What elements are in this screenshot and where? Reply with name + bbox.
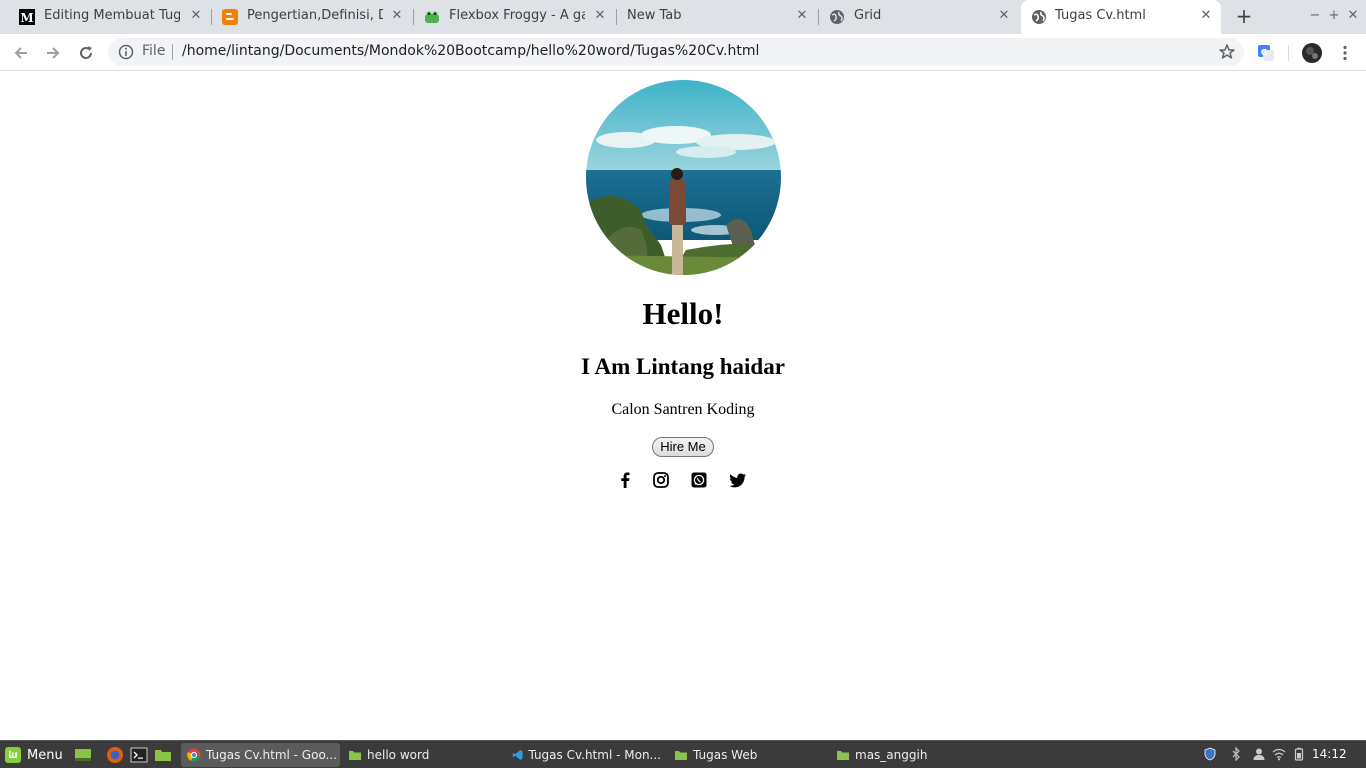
bluetooth-icon[interactable] xyxy=(1229,747,1243,761)
battery-icon[interactable] xyxy=(1292,747,1306,761)
bookmark-star-icon[interactable] xyxy=(1218,43,1236,61)
close-tab-icon[interactable]: ✕ xyxy=(592,8,608,24)
start-menu-button[interactable]: Menu xyxy=(4,745,63,765)
task-label: mas_anggih xyxy=(855,748,928,762)
firefox-icon[interactable] xyxy=(106,746,124,764)
tab-title: New Tab xyxy=(627,8,682,23)
vscode-icon xyxy=(512,750,523,760)
reload-icon xyxy=(80,46,92,59)
user-icon[interactable] xyxy=(1252,747,1266,761)
task-label: Tugas Cv.html - Mon... xyxy=(528,748,661,762)
svg-text:G: G xyxy=(1261,48,1268,57)
kebab-menu-icon xyxy=(1343,45,1347,61)
globe-icon xyxy=(830,10,844,24)
medium-icon: M xyxy=(19,9,35,25)
menu-label: Menu xyxy=(27,747,63,763)
task-label: Tugas Cv.html - Goo... xyxy=(206,748,338,762)
profile-avatar-icon xyxy=(1302,43,1322,63)
tab-new-tab[interactable]: New Tab ✕ xyxy=(616,0,819,34)
close-tab-icon[interactable]: ✕ xyxy=(794,8,810,24)
hire-me-button[interactable]: Hire Me xyxy=(652,437,714,457)
whatsapp-icon[interactable] xyxy=(690,471,708,489)
url-text[interactable]: /home/lintang/Documents/Mondok%20Bootcam… xyxy=(182,43,759,59)
tab-title: Flexbox Froggy - A game xyxy=(449,8,585,23)
task-vscode-window[interactable]: Tugas Cv.html - Mon... xyxy=(506,743,661,767)
task-hello-word-folder[interactable]: hello word xyxy=(342,743,502,767)
svg-text:M: M xyxy=(20,11,33,25)
back-arrow-icon xyxy=(14,47,27,59)
close-tab-icon[interactable]: ✕ xyxy=(996,8,1012,24)
task-label: hello word xyxy=(367,748,430,762)
tagline-text: Calon Santren Koding xyxy=(611,401,755,418)
browser-toolbar: File /home/lintang/Documents/Mondok%20Bo… xyxy=(0,34,1366,71)
task-label: Tugas Web xyxy=(693,748,758,762)
back-button[interactable] xyxy=(9,41,33,65)
folder-icon xyxy=(837,751,849,760)
page-content: Hello! I Am Lintang haidar Calon Santren… xyxy=(0,72,1366,740)
folder-icon xyxy=(675,751,687,760)
forward-button[interactable] xyxy=(41,41,65,65)
tab-flexbox-froggy[interactable]: Flexbox Froggy - A game ✕ xyxy=(413,0,616,34)
chrome-menu-button[interactable] xyxy=(1333,41,1357,65)
instagram-icon[interactable] xyxy=(652,471,670,489)
profile-button[interactable] xyxy=(1300,41,1324,65)
tab-blogger[interactable]: Pengertian,Definisi, Dan ✕ xyxy=(211,0,414,34)
folder-icon xyxy=(349,751,361,760)
tab-title: Tugas Cv.html xyxy=(1055,8,1146,23)
task-chrome-window[interactable]: Tugas Cv.html - Goo... xyxy=(181,743,340,767)
shield-icon[interactable] xyxy=(1203,747,1217,761)
minimize-icon[interactable]: − xyxy=(1308,9,1322,23)
info-icon[interactable] xyxy=(118,44,134,60)
close-tab-icon[interactable]: ✕ xyxy=(389,8,405,24)
name-heading: I Am Lintang haidar xyxy=(581,354,785,379)
tab-tugas-cv[interactable]: Tugas Cv.html ✕ xyxy=(1021,0,1221,34)
tab-medium[interactable]: M Editing Membuat Tugas C ✕ xyxy=(8,0,211,34)
wifi-icon[interactable] xyxy=(1272,747,1286,761)
linux-mint-icon xyxy=(5,747,21,763)
tab-title: Grid xyxy=(854,8,882,23)
new-tab-button[interactable]: + xyxy=(1233,6,1255,28)
forward-arrow-icon xyxy=(47,47,60,59)
task-mas-anggih-folder[interactable]: mas_anggih xyxy=(830,743,990,767)
blogger-icon xyxy=(222,9,238,25)
froggy-icon xyxy=(425,11,439,23)
tab-title: Pengertian,Definisi, Dan xyxy=(247,8,383,23)
folder-icon[interactable] xyxy=(154,746,172,764)
omnibox-divider xyxy=(172,44,173,60)
greeting-heading: Hello! xyxy=(642,296,724,331)
tab-grid[interactable]: Grid ✕ xyxy=(818,0,1021,34)
tab-strip: M Editing Membuat Tugas C ✕ Pengertian,D… xyxy=(0,0,1366,34)
close-window-icon[interactable]: ✕ xyxy=(1346,9,1360,23)
os-taskbar: Menu Tugas Cv.html - Goo... hello word T… xyxy=(0,740,1366,768)
translate-extension-button[interactable]: G xyxy=(1254,41,1278,65)
url-scheme: File xyxy=(142,43,166,59)
terminal-icon[interactable] xyxy=(130,746,148,764)
maximize-icon[interactable]: + xyxy=(1327,9,1341,23)
google-translate-icon: G xyxy=(1258,45,1274,61)
tab-title: Editing Membuat Tugas C xyxy=(44,8,180,23)
globe-icon xyxy=(1032,10,1046,24)
close-tab-icon[interactable]: ✕ xyxy=(1198,8,1214,24)
profile-photo xyxy=(586,80,781,275)
close-tab-icon[interactable]: ✕ xyxy=(188,8,204,24)
twitter-icon[interactable] xyxy=(729,471,747,489)
task-tugas-web-folder[interactable]: Tugas Web xyxy=(668,743,826,767)
address-bar[interactable]: File /home/lintang/Documents/Mondok%20Bo… xyxy=(108,38,1244,66)
facebook-icon[interactable] xyxy=(616,471,634,489)
reload-button[interactable] xyxy=(74,41,98,65)
show-desktop-icon[interactable] xyxy=(74,746,92,764)
chrome-icon xyxy=(187,748,201,762)
toolbar-divider xyxy=(1288,45,1289,61)
seaside-photo-image xyxy=(586,80,781,275)
clock: 14:12 xyxy=(1312,747,1347,761)
